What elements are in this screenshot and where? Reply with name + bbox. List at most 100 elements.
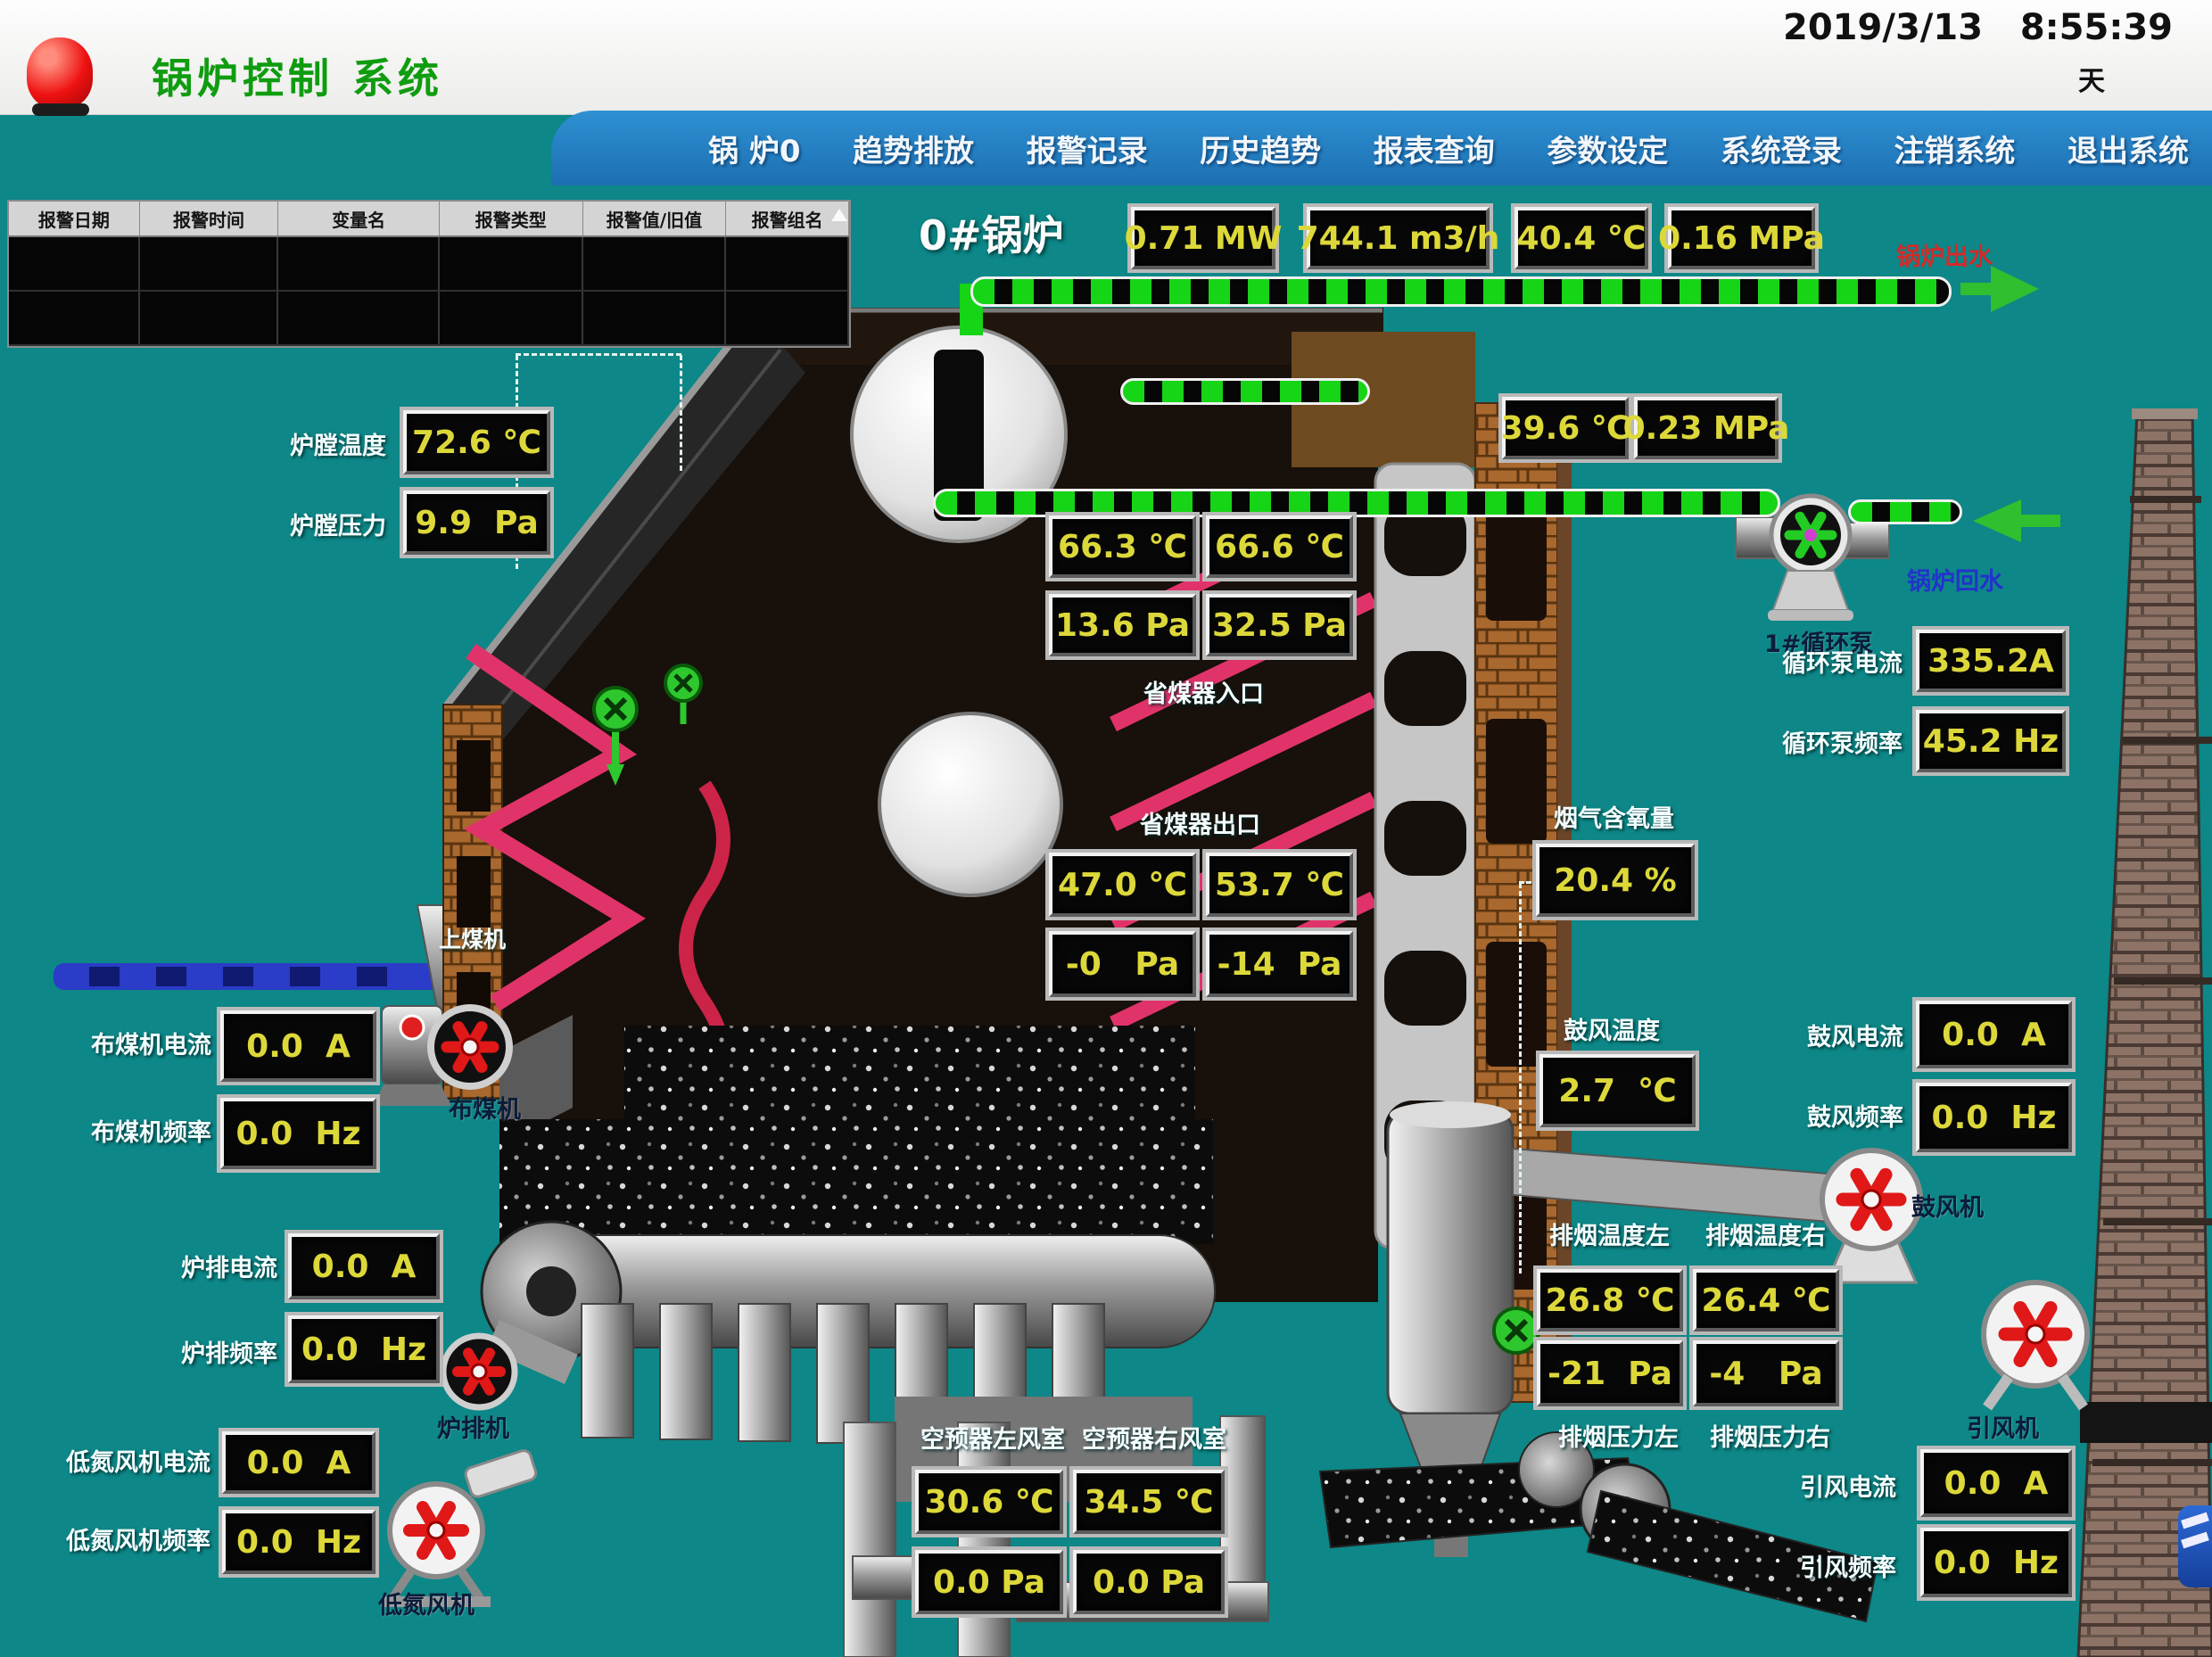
id-freq-gauge: 0.0 Hz [1920, 1528, 2072, 1597]
coal-current-gauge: 0.0 A [220, 1010, 376, 1082]
furnace-temp-gauge: 72.6 ℃ [403, 410, 550, 474]
alarm-lamp-icon [27, 37, 93, 109]
o2-gauge: 20.4 % [1536, 844, 1695, 917]
alarm-table-row [9, 237, 849, 292]
grate-current-label: 炉排电流 [181, 1249, 277, 1283]
alarm-col-type: 报警类型 [440, 202, 583, 235]
aph-left-label: 空预器左风室 [920, 1420, 1065, 1455]
furnace-press-gauge: 9.9 Pa [403, 491, 550, 555]
eco-out-temp-right-gauge: 53.7 ℃ [1206, 853, 1353, 917]
menu-item-trend-emission[interactable]: 趋势排放 [853, 127, 974, 170]
blast-fan-icon[interactable] [1822, 1150, 1920, 1282]
alarm-table-header: 报警日期 报警时间 变量名 报警类型 报警值/旧值 报警组名 [9, 202, 849, 237]
eco-inlet-label: 省煤器入口 [1143, 674, 1264, 709]
valve-icon[interactable] [1494, 1308, 1539, 1353]
blast-temp-gauge: 2.7 ℃ [1539, 1054, 1696, 1127]
return-water-pipe [933, 489, 1780, 517]
scroll-up-icon[interactable] [831, 209, 847, 221]
flue-press-left-gauge: -21 Pa [1537, 1340, 1683, 1406]
alarm-col-variable: 变量名 [278, 202, 440, 235]
outlet-water-pipe [970, 276, 1952, 307]
aph-press-left-gauge: 0.0 Pa [915, 1550, 1063, 1614]
lnox-freq-gauge: 0.0 Hz [222, 1510, 376, 1574]
aph-temp-right-gauge: 34.5 ℃ [1073, 1470, 1225, 1534]
menu-item-exit[interactable]: 退出系统 [2068, 127, 2189, 170]
menu-item-logout[interactable]: 注销系统 [1894, 127, 2015, 170]
time-text: 8:55:39 [2020, 7, 2173, 48]
coal-machine-label: 布煤机 [449, 1090, 521, 1125]
pump-current-gauge: 335.2A [1916, 630, 2066, 692]
aph-temp-left-gauge: 30.6 ℃ [915, 1470, 1063, 1534]
eco-out-press-right-gauge: -14 Pa [1206, 931, 1353, 997]
flue-press-left-label: 排烟压力左 [1558, 1418, 1679, 1453]
date-text: 2019/3/13 [1783, 7, 1983, 48]
eco-out-temp-left-gauge: 47.0 ℃ [1049, 853, 1196, 917]
outlet-water-label: 锅炉出水 [1896, 237, 1993, 272]
pump-current-label: 循环泵电流 [1782, 644, 1902, 679]
blast-freq-label: 鼓风频率 [1807, 1098, 1903, 1133]
low-nox-fan-icon[interactable] [382, 1449, 538, 1607]
menu-bar: 锅 炉0 趋势排放 报警记录 历史趋势 报表查询 参数设定 系统登录 注销系统 … [551, 111, 2212, 185]
grate-freq-label: 炉排频率 [181, 1334, 277, 1369]
menu-item-report-query[interactable]: 报表查询 [1374, 127, 1495, 170]
id-current-gauge: 0.0 A [1920, 1449, 2072, 1517]
o2-label: 烟气含氧量 [1554, 799, 1674, 834]
id-freq-label: 引风频率 [1800, 1548, 1896, 1583]
menu-item-history-trend[interactable]: 历史趋势 [1200, 127, 1321, 170]
alarm-col-value: 报警值/旧值 [583, 202, 727, 235]
instrument-line [680, 355, 682, 471]
flow-gauge: 744.1 m3/h [1307, 207, 1490, 269]
ash-conveyor [1320, 1432, 1878, 1621]
coal-current-label: 布煤机电流 [91, 1026, 211, 1060]
alarm-col-time: 报警时间 [140, 202, 279, 235]
aph-right-label: 空预器右风室 [1082, 1420, 1226, 1455]
outlet-flow-arrow [1991, 266, 2039, 312]
menu-item-param-setting[interactable]: 参数设定 [1547, 127, 1668, 170]
eco-in-temp-left-gauge: 66.3 ℃ [1049, 515, 1196, 578]
menu-item-alarm-record[interactable]: 报警记录 [1027, 127, 1148, 170]
grate-freq-gauge: 0.0 Hz [288, 1315, 440, 1383]
steam-drum-lower [879, 713, 1061, 895]
alarm-lamp-base [32, 103, 89, 116]
flue-temp-right-label: 排烟温度右 [1705, 1216, 1826, 1251]
return-press-gauge: 0.23 MPa [1634, 397, 1779, 459]
lnox-current-gauge: 0.0 A [222, 1431, 376, 1494]
alarm-table[interactable]: 报警日期 报警时间 变量名 报警类型 报警值/旧值 报警组名 [7, 200, 851, 348]
furnace-press-label: 炉膛压力 [290, 507, 386, 541]
menu-item-boiler0[interactable]: 锅 炉0 [708, 127, 801, 170]
return-water-pipe-2 [1848, 499, 1962, 524]
blast-current-gauge: 0.0 A [1916, 1001, 2072, 1068]
eco-in-press-left-gauge: 13.6 Pa [1049, 594, 1196, 656]
induced-fan-icon[interactable] [1984, 1282, 2087, 1407]
id-current-label: 引风电流 [1800, 1468, 1896, 1503]
return-temp-gauge: 39.6 ℃ [1502, 397, 1629, 459]
datetime: 2019/3/13 8:55:39 [1783, 7, 2173, 48]
grate-machine-fan-icon[interactable] [443, 1336, 515, 1407]
chimney [2078, 408, 2212, 1657]
pump-freq-label: 循环泵频率 [1782, 724, 1902, 759]
pump-freq-gauge: 45.2 Hz [1916, 710, 2066, 772]
flue-temp-right-gauge: 26.4 ℃ [1693, 1269, 1839, 1331]
coal-feeder-label: 上煤机 [439, 922, 506, 954]
flue-temp-left-gauge: 26.8 ℃ [1537, 1269, 1683, 1331]
instrument-line [1519, 883, 1522, 1274]
eco-in-press-right-gauge: 32.5 Pa [1206, 594, 1353, 656]
alarm-col-date: 报警日期 [9, 202, 140, 235]
aph-press-right-gauge: 0.0 Pa [1073, 1550, 1225, 1614]
return-water-label: 锅炉回水 [1907, 562, 2003, 597]
coal-machine-fan-icon[interactable] [431, 1008, 509, 1086]
return-flow-arrow [1973, 499, 2021, 542]
coal-feed-pipe [54, 963, 451, 990]
instrument-line [516, 353, 681, 356]
blast-freq-gauge: 0.0 Hz [1916, 1083, 2072, 1152]
eco-in-temp-right-gauge: 66.6 ℃ [1206, 515, 1353, 578]
induced-fan-label: 引风机 [1967, 1409, 2039, 1444]
outlet-temp-gauge: 40.4 ℃ [1515, 207, 1648, 269]
flue-temp-left-label: 排烟温度左 [1549, 1216, 1670, 1251]
menu-item-system-login[interactable]: 系统登录 [1721, 127, 1842, 170]
eco-out-press-left-gauge: -0 Pa [1049, 931, 1196, 997]
coal-freq-label: 布煤机频率 [91, 1113, 211, 1148]
blast-temp-label: 鼓风温度 [1564, 1011, 1660, 1046]
lnox-current-label: 低氮风机电流 [66, 1443, 210, 1478]
coal-freq-gauge: 0.0 Hz [220, 1098, 376, 1169]
